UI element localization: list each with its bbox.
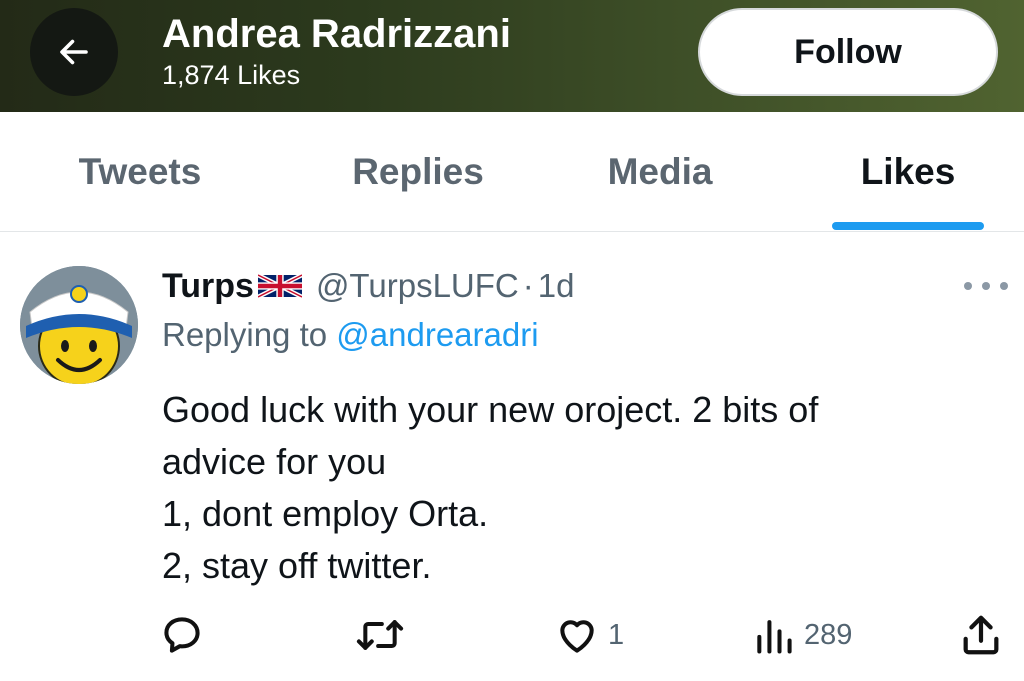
- tweet-text-line: 1, dont employ Orta.: [162, 493, 489, 534]
- like-button[interactable]: 1: [554, 610, 624, 660]
- author-name[interactable]: Turps: [162, 267, 254, 306]
- profile-header-banner: Andrea Radrizzani 1,874 Likes Follow: [0, 0, 1024, 112]
- author-handle[interactable]: @TurpsLUFC: [316, 267, 519, 305]
- tab-media[interactable]: Media: [560, 112, 760, 232]
- arrow-left-icon: [60, 39, 88, 65]
- views-button[interactable]: 289: [752, 610, 852, 660]
- tab-likes[interactable]: Likes: [808, 112, 1008, 232]
- tab-tweets[interactable]: Tweets: [40, 112, 240, 232]
- reply-button[interactable]: [160, 610, 204, 660]
- tweet-text-line: advice for you: [162, 441, 387, 482]
- like-count: 1: [608, 618, 625, 651]
- more-options-icon[interactable]: [964, 274, 1008, 298]
- retweet-button[interactable]: [356, 610, 404, 660]
- replying-to-line: Replying to @andrearadri: [162, 316, 539, 354]
- tweet-text-line: Good luck with your new oroject. 2 bits …: [162, 389, 819, 430]
- profile-likes-count: 1,874 Likes: [162, 60, 301, 90]
- retweet-icon: [356, 620, 404, 650]
- reply-icon: [164, 617, 200, 653]
- share-button[interactable]: [958, 610, 1004, 660]
- tab-replies[interactable]: Replies: [318, 112, 518, 232]
- heart-icon: [560, 620, 594, 653]
- share-icon: [963, 615, 999, 655]
- tweet-timestamp[interactable]: 1d: [538, 267, 575, 305]
- profile-tabs: Tweets Replies Media Likes: [0, 112, 1024, 232]
- tweet-text-line: 2, stay off twitter.: [162, 545, 432, 586]
- tweet-header: Turps @TurpsLUFC · 1d: [162, 262, 574, 310]
- uk-flag-icon: [257, 272, 302, 300]
- views-icon: [757, 620, 792, 654]
- back-button[interactable]: [30, 8, 118, 96]
- replying-to-link[interactable]: @andrearadri: [336, 316, 538, 353]
- views-count: 289: [804, 618, 853, 651]
- tweet-body: Good luck with your new oroject. 2 bits …: [162, 384, 982, 592]
- separator-dot: ·: [522, 267, 534, 304]
- avatar[interactable]: [20, 266, 138, 384]
- replying-to-prefix: Replying to: [162, 316, 328, 353]
- smiley-bucket-hat-avatar: [20, 266, 138, 384]
- profile-name: Andrea Radrizzani: [162, 12, 511, 56]
- active-tab-indicator: [832, 222, 984, 230]
- follow-button[interactable]: Follow: [698, 8, 998, 96]
